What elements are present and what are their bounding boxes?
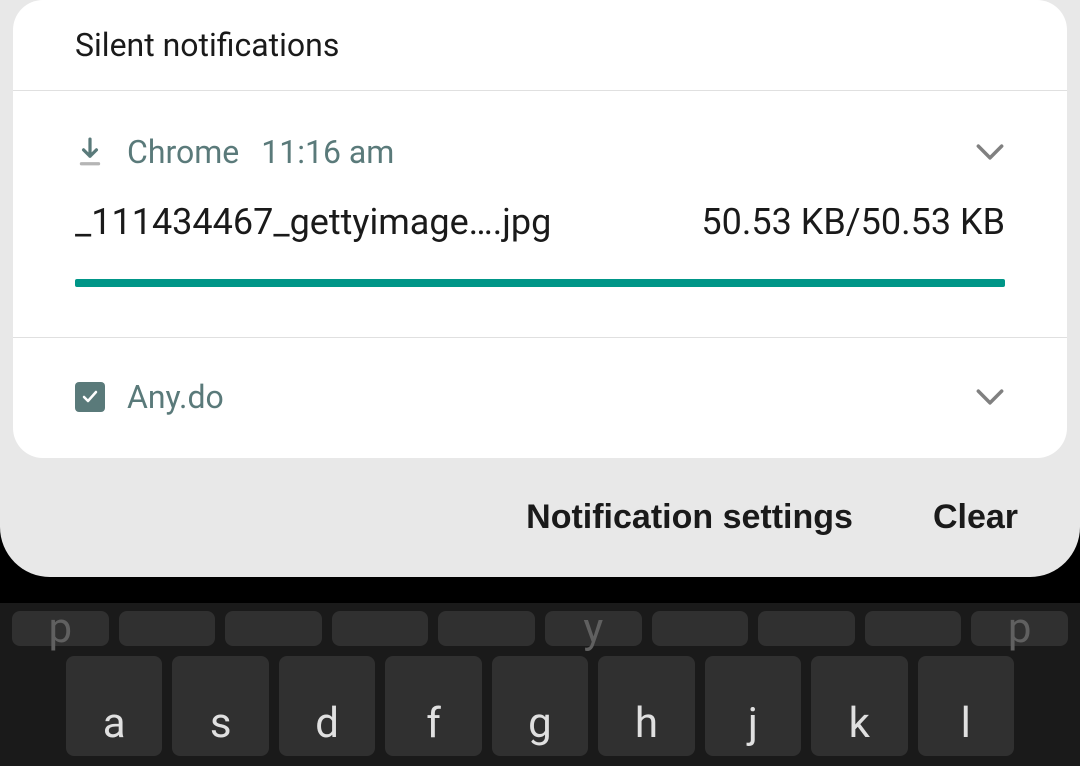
notification-anydo[interactable]: Any.do: [13, 338, 1067, 458]
app-name: Chrome: [127, 133, 239, 171]
download-filesize: 50.53 KB/50.53 KB: [701, 201, 1005, 243]
notification-panel: Silent notifications Chrome 11:16 am _11…: [0, 0, 1080, 577]
key-s[interactable]: s: [172, 656, 268, 756]
notification-chrome-download[interactable]: Chrome 11:16 am _111434467_gettyimage….j…: [13, 91, 1067, 338]
notification-header: Chrome 11:16 am: [13, 91, 1067, 171]
section-header: Silent notifications: [13, 0, 1067, 91]
download-filename: _111434467_gettyimage….jpg: [75, 201, 551, 243]
notification-settings-button[interactable]: Notification settings: [526, 498, 853, 537]
clear-button[interactable]: Clear: [933, 498, 1018, 537]
key[interactable]: [119, 611, 216, 646]
key[interactable]: [652, 611, 749, 646]
key[interactable]: [438, 611, 535, 646]
key-f[interactable]: f: [385, 656, 481, 756]
key[interactable]: y: [545, 611, 642, 646]
notification-header: Any.do: [13, 338, 1067, 458]
key[interactable]: [332, 611, 429, 646]
key[interactable]: p: [971, 611, 1068, 646]
app-name: Any.do: [127, 378, 224, 416]
download-icon: [75, 137, 105, 167]
chevron-down-icon[interactable]: [975, 137, 1005, 167]
key-d[interactable]: d: [279, 656, 375, 756]
key[interactable]: [865, 611, 962, 646]
notification-content: _111434467_gettyimage….jpg 50.53 KB/50.5…: [13, 171, 1067, 243]
chevron-down-icon[interactable]: [975, 382, 1005, 412]
key[interactable]: [758, 611, 855, 646]
key[interactable]: p: [12, 611, 109, 646]
action-bar: Notification settings Clear: [0, 458, 1080, 577]
checkbox-icon: [75, 382, 105, 412]
key-a[interactable]: a: [66, 656, 162, 756]
key-j[interactable]: j: [705, 656, 801, 756]
keyboard-row-partial: p y p: [12, 603, 1068, 646]
key-l[interactable]: l: [918, 656, 1014, 756]
key-g[interactable]: g: [492, 656, 588, 756]
key[interactable]: [225, 611, 322, 646]
timestamp: 11:16 am: [261, 133, 394, 171]
keyboard: p y p a s d f g h j k l: [0, 603, 1080, 766]
download-progress-bar: [75, 279, 1005, 287]
keyboard-row: a s d f g h j k l: [12, 656, 1068, 756]
section-header-title: Silent notifications: [75, 26, 339, 64]
key-k[interactable]: k: [811, 656, 907, 756]
key-h[interactable]: h: [598, 656, 694, 756]
